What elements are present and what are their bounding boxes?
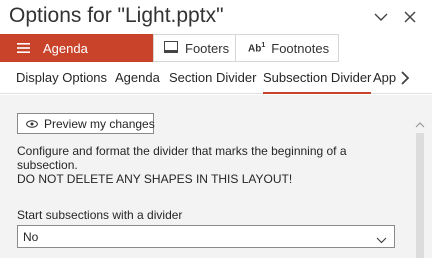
eye-icon (26, 117, 38, 131)
chevron-down-icon[interactable] (373, 9, 389, 25)
select-value: No (23, 229, 39, 244)
start-divider-label: Start subsections with a divider (17, 208, 183, 222)
chevron-down-icon (376, 233, 387, 247)
start-divider-select[interactable]: No (17, 225, 395, 248)
tab-display-options[interactable]: Display Options (16, 70, 107, 85)
description-text: Configure and format the divider that ma… (17, 144, 347, 172)
description: Configure and format the divider that ma… (17, 144, 395, 186)
scroll-up-icon[interactable] (415, 115, 425, 133)
toolbar: Agenda Footers Ab1 Footnotes (0, 34, 432, 62)
scroll-thumb[interactable] (416, 133, 424, 258)
footnote-icon: Ab1 (248, 41, 266, 55)
footers-button-label: Footers (185, 40, 230, 56)
preview-changes-button[interactable]: Preview my changes (17, 113, 155, 134)
footnotes-button-label: Footnotes (271, 40, 330, 56)
tab-app[interactable]: App (373, 70, 396, 85)
footers-button[interactable]: Footers (153, 34, 236, 62)
chevron-right-icon[interactable] (400, 71, 410, 90)
title-bar: Options for "Light.pptx" (0, 0, 432, 34)
tab-subsection-divider[interactable]: Subsection Divider (263, 70, 372, 94)
options-panel: Preview my changes Configure and format … (0, 95, 432, 258)
tab-agenda[interactable]: Agenda (115, 70, 160, 85)
scrollbar[interactable] (408, 95, 432, 258)
footer-icon (164, 40, 178, 56)
tab-section-divider[interactable]: Section Divider (169, 70, 256, 85)
agenda-button-label: Agenda (43, 40, 88, 56)
window-title: Options for "Light.pptx" (9, 4, 224, 27)
close-icon[interactable] (402, 9, 418, 25)
footnotes-button[interactable]: Ab1 Footnotes (236, 34, 339, 62)
warning-text: DO NOT DELETE ANY SHAPES IN THIS LAYOUT! (17, 172, 293, 186)
hamburger-icon (17, 41, 30, 56)
tab-bar: Display Options Agenda Section Divider S… (0, 62, 432, 94)
preview-changes-label: Preview my changes (44, 116, 155, 131)
agenda-button[interactable]: Agenda (0, 34, 153, 62)
